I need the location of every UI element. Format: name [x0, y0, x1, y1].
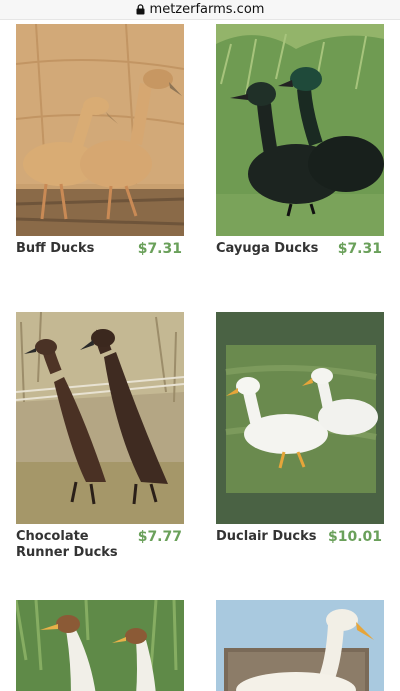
product-name[interactable]: Chocolate Runner Ducks [16, 529, 126, 561]
product-image[interactable] [216, 600, 384, 691]
product-image-chocolate-runner-ducks[interactable] [16, 312, 184, 524]
product-image-cayuga-ducks[interactable] [216, 24, 384, 236]
product-image-buff-ducks[interactable] [16, 24, 184, 236]
product-card-duclair-ducks: Duclair Ducks $10.01 [216, 312, 384, 545]
product-image-duclair-ducks[interactable] [216, 312, 384, 524]
product-name[interactable]: Buff Ducks [16, 241, 126, 257]
product-price: $10.01 [327, 529, 382, 545]
product-card-buff-ducks: Buff Ducks $7.31 [16, 24, 184, 257]
url-text: metzerfarms.com [149, 2, 265, 17]
product-price: $7.31 [137, 241, 182, 257]
product-name[interactable]: Duclair Ducks [216, 529, 326, 545]
lock-icon [136, 4, 145, 15]
product-card-chocolate-runner-ducks: Chocolate Runner Ducks $7.77 [16, 312, 184, 560]
product-price: $7.31 [337, 241, 382, 257]
browser-address-bar[interactable]: metzerfarms.com [0, 0, 400, 20]
product-image[interactable] [16, 600, 184, 691]
product-card [16, 600, 184, 691]
product-name[interactable]: Cayuga Ducks [216, 241, 326, 257]
product-card [216, 600, 384, 691]
product-price: $7.77 [137, 529, 182, 545]
product-card-cayuga-ducks: Cayuga Ducks $7.31 [216, 24, 384, 257]
